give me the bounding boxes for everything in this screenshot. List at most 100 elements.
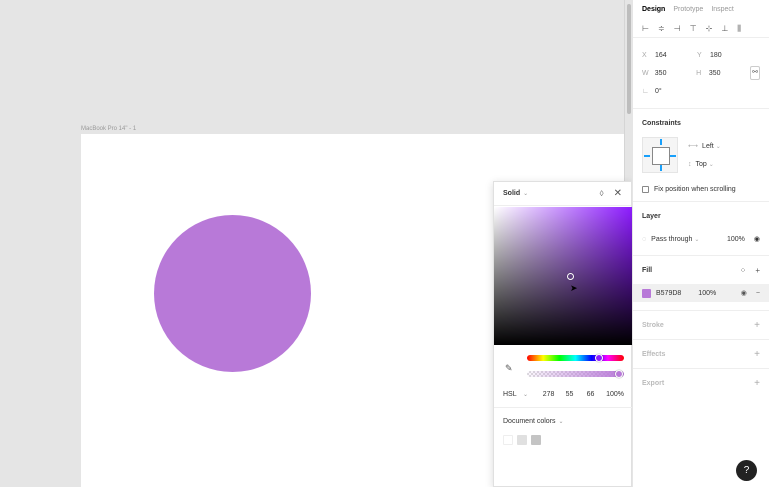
fix-position-row[interactable]: Fix position when scrolling	[642, 177, 760, 201]
document-colors-dropdown[interactable]: Document colors ⌄	[503, 418, 564, 425]
layer-section: Layer ◌ Pass through ⌄ 100% ◉	[633, 201, 769, 255]
vertical-constraint-icon: ↕	[688, 160, 692, 168]
x-label: X	[642, 51, 647, 59]
help-button[interactable]: ?	[736, 460, 757, 481]
stroke-title: Stroke	[642, 321, 664, 329]
color-picker: Solid ⌄ ◊ ✕ ➤ ✎ HSL ⌄ 278 55 66 100% Doc…	[493, 181, 633, 487]
tab-design[interactable]: Design	[642, 6, 665, 13]
alignment-toolbar: ⊢ ≑ ⊣ ⊤ ⊹ ⊥ ⫼	[633, 18, 769, 38]
tab-prototype[interactable]: Prototype	[673, 6, 703, 13]
add-fill-icon[interactable]: +	[755, 266, 760, 275]
fill-row[interactable]: B579D8 100% ◉ −	[633, 284, 769, 302]
eyedropper-icon[interactable]: ✎	[505, 363, 513, 374]
stroke-section: Stroke +	[633, 310, 769, 339]
size-row: W 350 H 350 ⚯	[633, 64, 769, 82]
remove-fill-icon[interactable]: −	[756, 290, 760, 297]
constrain-proportions-icon[interactable]: ⚯	[750, 66, 760, 80]
constraint-right-line[interactable]	[670, 155, 676, 157]
align-center-h-icon[interactable]: ≑	[658, 24, 665, 33]
constraint-inner-box	[652, 147, 670, 165]
tab-inspect[interactable]: Inspect	[711, 6, 734, 13]
rotation-row: ∟ 0°	[633, 82, 769, 100]
add-stroke-icon[interactable]: +	[754, 320, 760, 331]
layer-opacity-input[interactable]: 100%	[727, 236, 745, 243]
chevron-down-icon: ⌄	[715, 143, 721, 150]
fill-color-swatch[interactable]	[642, 288, 651, 298]
constraint-widget[interactable]	[642, 137, 678, 173]
hue-input[interactable]: 278	[538, 391, 559, 398]
color-swatch[interactable]	[517, 435, 527, 445]
panel-tabs: Design Prototype Inspect	[633, 0, 769, 18]
color-swatch[interactable]	[531, 435, 541, 445]
hue-slider-handle[interactable]	[595, 354, 603, 362]
blend-mode-icon: ◌	[642, 235, 647, 243]
cursor-arrow-icon: ➤	[570, 283, 578, 293]
lightness-input[interactable]: 66	[580, 391, 601, 398]
align-bottom-icon[interactable]: ⊥	[721, 24, 728, 33]
vertical-constraint-value: Top	[695, 160, 707, 168]
rotation-icon: ∟	[642, 87, 649, 95]
styles-grid-icon[interactable]: ⁘	[740, 266, 747, 275]
horizontal-constraint-value: Left	[702, 142, 714, 150]
add-effect-icon[interactable]: +	[754, 349, 760, 360]
divider	[494, 407, 633, 408]
export-header: Export +	[642, 369, 760, 397]
position-row: X 164 Y 180	[633, 46, 769, 64]
y-input[interactable]: 180	[710, 52, 752, 59]
ellipse-shape[interactable]	[154, 215, 311, 372]
fix-position-label: Fix position when scrolling	[654, 185, 736, 193]
effects-section: Effects +	[633, 339, 769, 368]
constraint-bottom-line[interactable]	[660, 165, 662, 171]
chevron-down-icon: ⌄	[694, 236, 700, 243]
vertical-constraint-dropdown[interactable]: ↕ Top ⌄	[688, 155, 721, 173]
chevron-down-icon: ⌄	[708, 161, 714, 168]
fix-position-checkbox[interactable]	[642, 185, 649, 193]
height-input[interactable]: 350	[709, 70, 750, 77]
constraints-title: Constraints	[642, 119, 681, 127]
distribute-icon[interactable]: ⫼	[737, 24, 741, 33]
horizontal-constraint-dropdown[interactable]: ⟷ Left ⌄	[688, 137, 721, 155]
alpha-slider-handle[interactable]	[615, 370, 623, 378]
close-icon[interactable]: ✕	[614, 188, 622, 199]
chevron-down-icon: ⌄	[523, 391, 529, 398]
color-values-row: HSL ⌄ 278 55 66 100%	[503, 389, 624, 399]
width-input[interactable]: 350	[655, 70, 696, 77]
saturation-input[interactable]: 55	[559, 391, 580, 398]
eye-icon[interactable]: ◉	[754, 235, 760, 243]
fill-type-dropdown[interactable]: Solid	[503, 190, 520, 197]
horizontal-constraint-icon: ⟷	[688, 143, 699, 150]
constraint-selects: ⟷ Left ⌄ ↕ Top ⌄	[688, 137, 721, 173]
alpha-input[interactable]: 100%	[606, 391, 624, 398]
fill-opacity-input[interactable]: 100%	[698, 290, 716, 297]
color-model-dropdown[interactable]: HSL	[503, 391, 523, 398]
chevron-down-icon: ⌄	[523, 191, 529, 197]
document-colors-label: Document colors	[503, 418, 556, 425]
rotation-input[interactable]: 0°	[655, 88, 697, 95]
frame-label[interactable]: MacBook Pro 14" - 1	[81, 126, 136, 132]
layer-row: ◌ Pass through ⌄ 100% ◉	[642, 230, 760, 248]
fill-header: Fill ⁘ +	[642, 256, 760, 284]
blend-drop-icon[interactable]: ◊	[600, 189, 604, 198]
align-right-icon[interactable]: ⊣	[674, 24, 681, 33]
h-label: H	[696, 69, 702, 77]
hue-slider[interactable]	[527, 355, 624, 361]
alpha-slider[interactable]	[527, 371, 624, 377]
scrollbar-thumb[interactable]	[627, 4, 631, 114]
add-export-icon[interactable]: +	[754, 378, 760, 389]
eye-icon[interactable]: ◉	[741, 289, 747, 297]
y-label: Y	[697, 51, 702, 59]
fill-actions: ⁘ +	[740, 266, 760, 275]
effects-header: Effects +	[642, 340, 760, 368]
align-top-icon[interactable]: ⊤	[690, 24, 697, 33]
color-handle[interactable]	[567, 273, 574, 280]
blend-mode-dropdown[interactable]: Pass through	[651, 236, 692, 243]
fill-hex-input[interactable]: B579D8	[656, 290, 681, 297]
x-input[interactable]: 164	[655, 52, 697, 59]
color-swatch[interactable]	[503, 435, 513, 445]
saturation-brightness-area[interactable]: ➤	[494, 207, 633, 345]
align-left-icon[interactable]: ⊢	[642, 24, 649, 33]
align-middle-v-icon[interactable]: ⊹	[706, 24, 713, 33]
constraint-top-line[interactable]	[660, 139, 662, 145]
chevron-down-icon: ⌄	[558, 419, 564, 425]
constraint-left-line[interactable]	[644, 155, 650, 157]
